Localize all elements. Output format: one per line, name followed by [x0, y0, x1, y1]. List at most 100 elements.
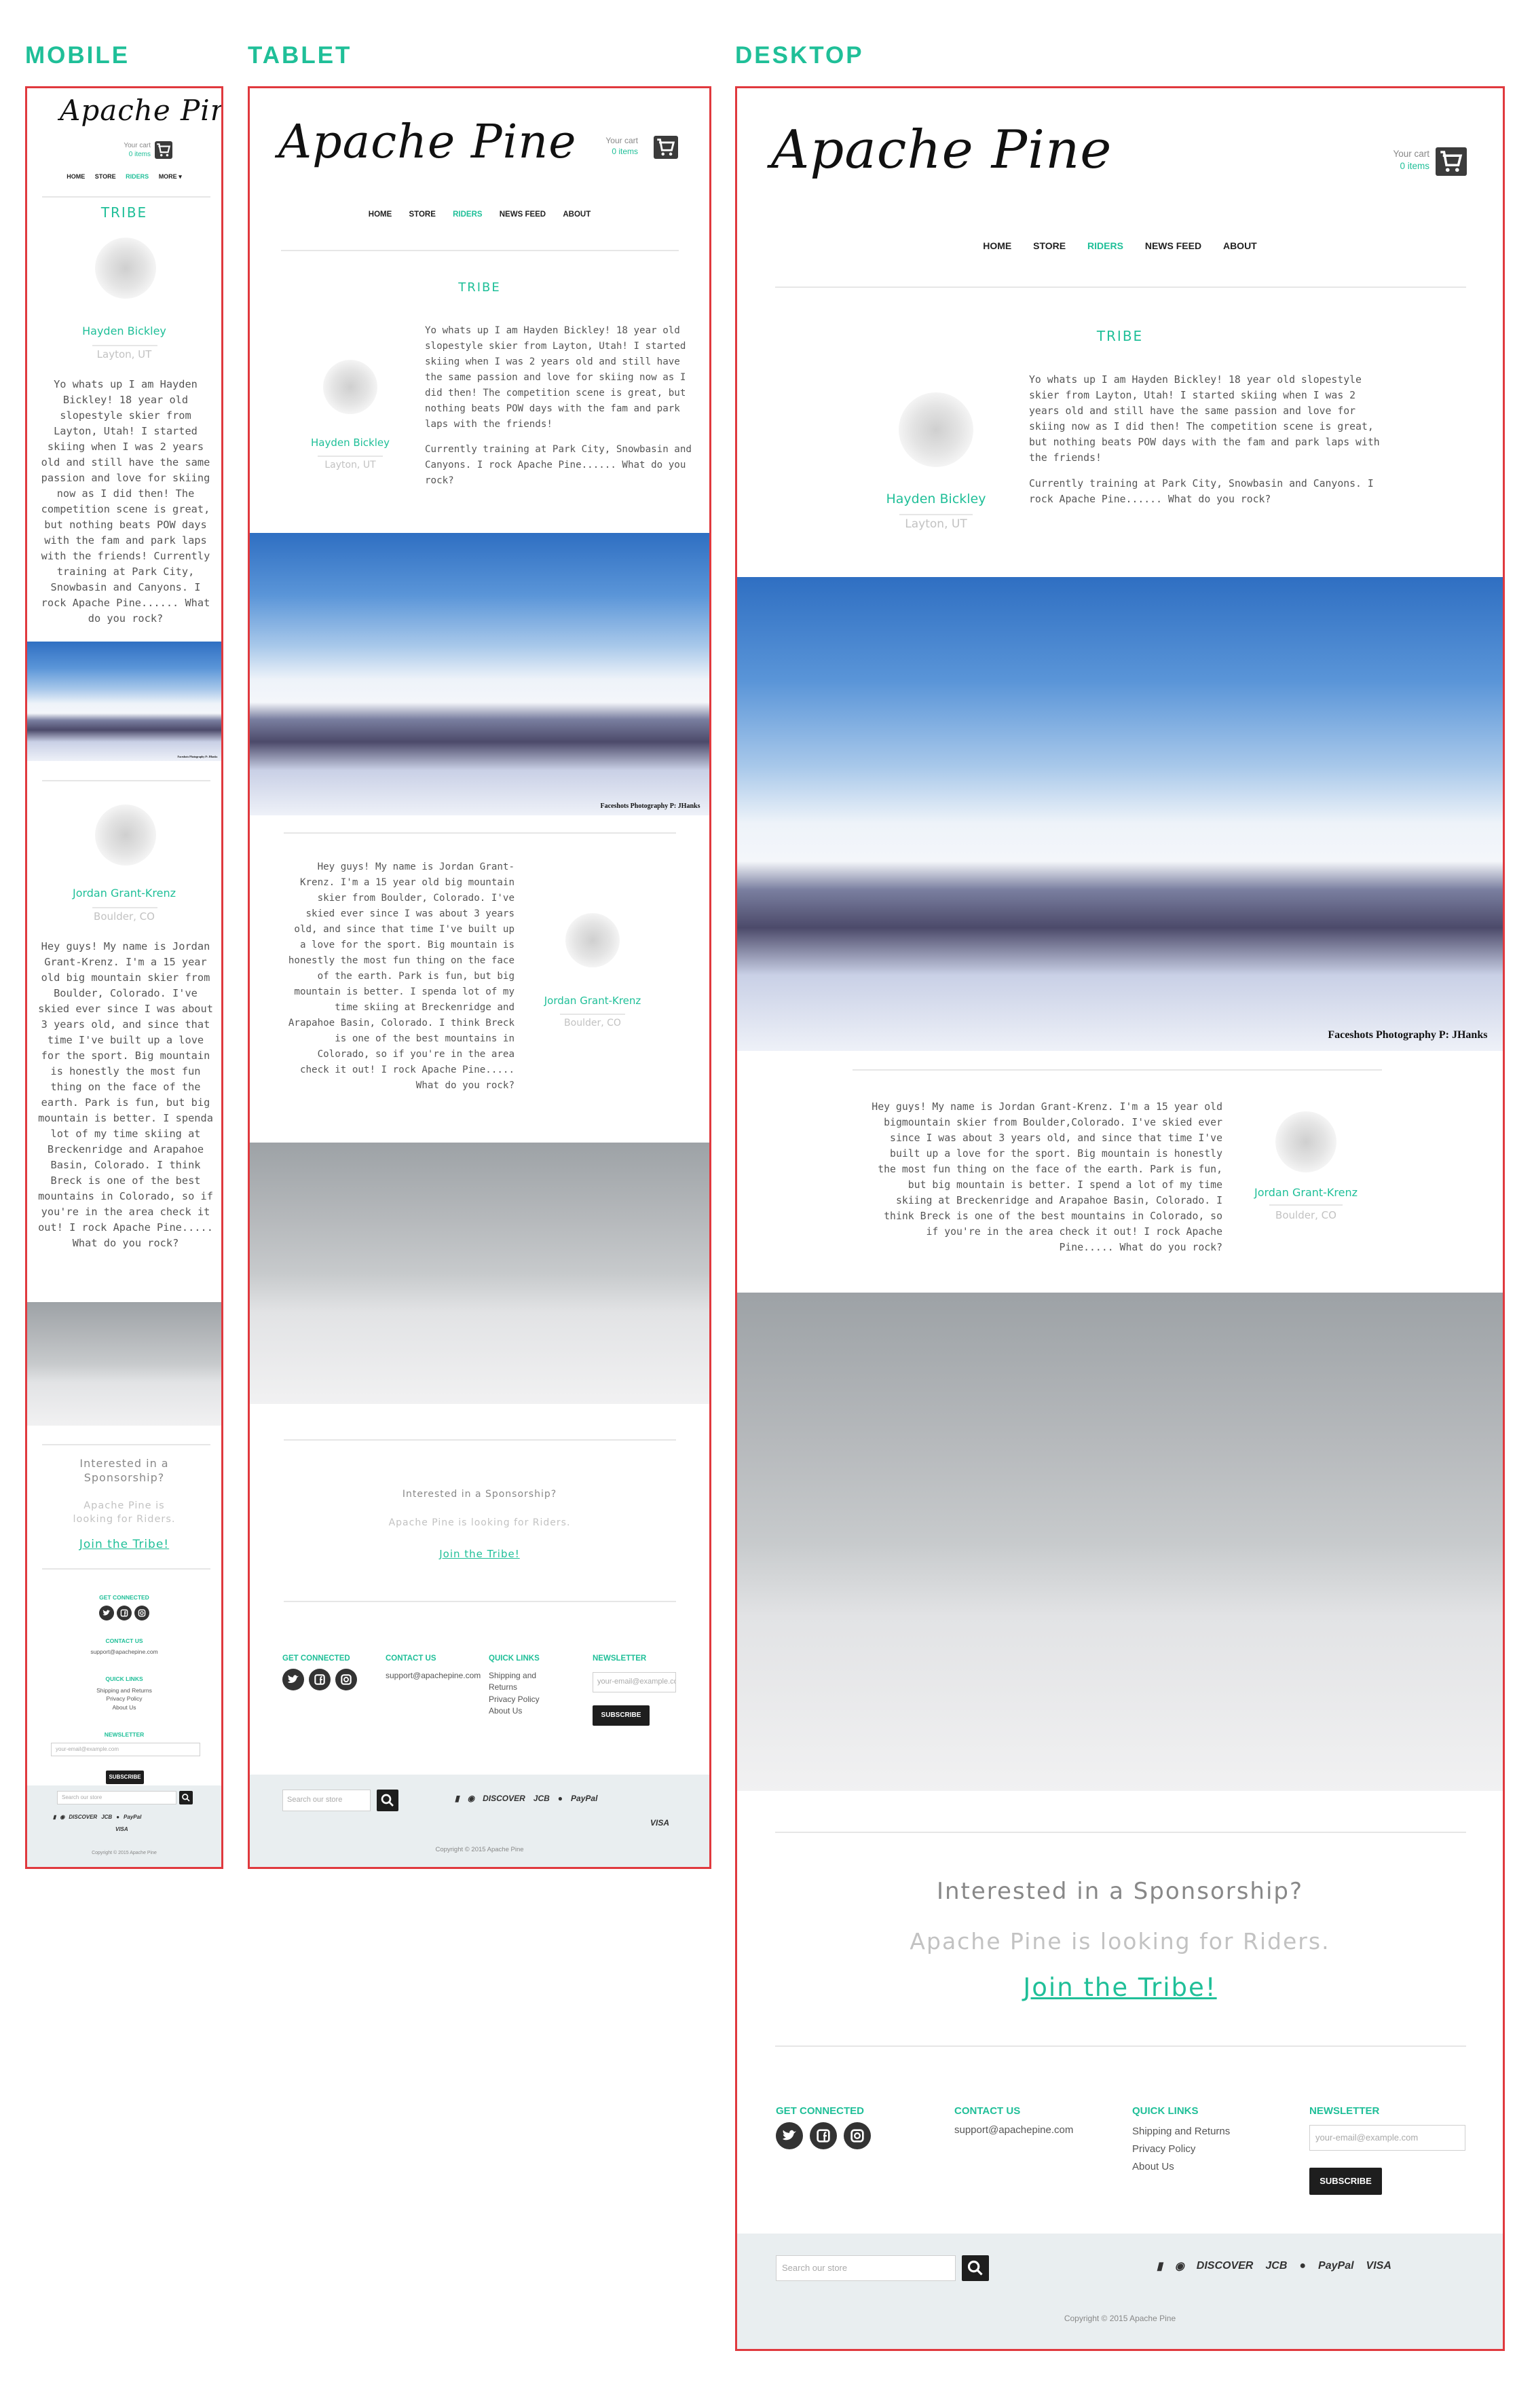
twitter-icon[interactable] [776, 2122, 803, 2149]
link-privacy[interactable]: Privacy Policy [27, 1694, 221, 1703]
footer-links: Shipping and Returns Privacy Policy Abou… [489, 1670, 559, 1718]
instagram-icon[interactable] [335, 1669, 357, 1690]
search-input[interactable]: Search our store [282, 1790, 371, 1811]
nav-store[interactable]: STORE [95, 173, 116, 180]
page-title: TRIBE [1096, 328, 1144, 344]
logo[interactable]: Apache Pine [771, 119, 1112, 181]
nav-more[interactable]: MORE ▾ [159, 173, 182, 181]
twitter-icon[interactable] [282, 1669, 304, 1690]
link-privacy[interactable]: Privacy Policy [489, 1694, 559, 1705]
cart-summary[interactable]: Your cart 0 items [81, 141, 151, 159]
social-icons [99, 1606, 149, 1620]
nav-home[interactable]: HOME [369, 210, 392, 219]
cart-label: Your cart [605, 136, 638, 145]
rider-bio: Yo whats up I am Hayden Bickley! 18 year… [1029, 374, 1380, 505]
nav-riders[interactable]: RIDERS [126, 173, 149, 180]
link-about[interactable]: About Us [489, 1705, 559, 1717]
nav-riders[interactable]: RIDERS [453, 210, 482, 219]
search-button[interactable] [179, 1791, 193, 1804]
discover-icon: DISCOVER [69, 1814, 98, 1820]
skier-air-photo: Faceshots Photography P: JHanks [250, 533, 709, 815]
rider-bio: Hey guys! My name is Jordan Grant-Krenz.… [38, 940, 213, 1249]
rider-name: Hayden Bickley [886, 492, 986, 506]
photo-credit: Faceshots Photography P: JHanks [1328, 1029, 1488, 1041]
cart-items[interactable]: 0 items [81, 150, 151, 159]
diners-icon: ◉ [1174, 2261, 1184, 2272]
link-privacy[interactable]: Privacy Policy [1132, 2141, 1230, 2158]
footer-heading-newsletter: NEWSLETTER [1309, 2105, 1380, 2117]
tablet-frame: Apache Pine Your cart 0 items HOME STORE… [248, 86, 711, 1869]
nav-news-feed[interactable]: NEWS FEED [1145, 240, 1201, 251]
nav-home[interactable]: HOME [983, 240, 1011, 251]
subscribe-button[interactable]: SUBSCRIBE [593, 1705, 650, 1726]
instagram-icon[interactable] [134, 1606, 149, 1620]
link-about[interactable]: About Us [27, 1703, 221, 1711]
powder-trees-photo [250, 1143, 709, 1404]
twitter-icon[interactable] [99, 1606, 114, 1620]
nav-about[interactable]: ABOUT [1223, 240, 1257, 251]
logo[interactable]: Apache Pine [60, 94, 221, 127]
rider-name: Hayden Bickley [82, 325, 166, 337]
sponsorship-question: Interested in a Sponsorship? [79, 1457, 169, 1484]
divider [42, 1444, 210, 1445]
cart-summary[interactable]: Your cart 0 items [1362, 148, 1429, 172]
search-input[interactable]: Search our store [776, 2255, 956, 2281]
search-button[interactable] [377, 1790, 398, 1811]
facebook-icon[interactable] [117, 1606, 132, 1620]
nav-about[interactable]: ABOUT [563, 210, 591, 219]
footer-email[interactable]: support@apachepine.com [27, 1648, 221, 1656]
paypal-icon: PayPal [124, 1814, 142, 1820]
subscribe-button[interactable]: SUBSCRIBE [1309, 2168, 1382, 2195]
cart-button[interactable] [1436, 147, 1467, 176]
nav-news-feed[interactable]: NEWS FEED [500, 210, 546, 219]
cart-button[interactable] [155, 141, 172, 159]
main-nav: HOME STORE RIDERS NEWS FEED ABOUT [250, 210, 709, 219]
discover-icon: DISCOVER [1196, 2260, 1254, 2272]
nav-store[interactable]: STORE [409, 210, 435, 219]
search-input[interactable]: Search our store [57, 1791, 176, 1804]
link-shipping[interactable]: Shipping and Returns [27, 1686, 221, 1694]
nav-home[interactable]: HOME [67, 173, 85, 180]
newsletter-email-input[interactable]: your-email@example.com [51, 1743, 200, 1756]
subscribe-button[interactable]: SUBSCRIBE [106, 1771, 144, 1784]
desktop-frame: Apache Pine Your cart 0 items HOME STORE… [735, 86, 1505, 2351]
link-shipping[interactable]: Shipping and Returns [489, 1670, 559, 1694]
search-button[interactable] [962, 2255, 989, 2281]
amex-icon: ▮ [1157, 2261, 1163, 2272]
facebook-icon[interactable] [810, 2122, 837, 2149]
page-title: TRIBE [100, 204, 148, 221]
cart-summary[interactable]: Your cart 0 items [576, 136, 638, 157]
cart-items[interactable]: 0 items [1362, 160, 1429, 172]
link-about[interactable]: About Us [1132, 2158, 1230, 2176]
mastercard-icon: ● [557, 1794, 563, 1803]
main-nav: HOME STORE RIDERS NEWS FEED ABOUT [737, 240, 1503, 251]
avatar [565, 913, 620, 967]
facebook-icon[interactable] [309, 1669, 331, 1690]
copyright: Copyright © 2015 Apache Pine [435, 1846, 524, 1853]
amex-icon: ▮ [53, 1814, 56, 1820]
cart-items[interactable]: 0 items [576, 147, 638, 158]
join-tribe-link[interactable]: Join the Tribe! [27, 1538, 221, 1551]
logo[interactable]: Apache Pine [278, 115, 576, 169]
footer-heading-newsletter: NEWSLETTER [593, 1654, 647, 1663]
payment-icons: ▮ ◉ DISCOVER JCB ● PayPal [455, 1794, 597, 1803]
join-tribe-link[interactable]: Join the Tribe! [737, 1973, 1503, 2002]
cart-icon [157, 143, 171, 157]
link-shipping[interactable]: Shipping and Returns [1132, 2123, 1230, 2141]
newsletter-email-input[interactable]: your-email@example.com [1309, 2125, 1465, 2151]
rider-location: Layton, UT [324, 460, 376, 470]
nav-riders[interactable]: RIDERS [1087, 240, 1123, 251]
cart-button[interactable] [654, 136, 678, 159]
footer-bottom-bar: Search our store ▮ ◉ DISCOVER JCB ● PayP… [250, 1775, 709, 1867]
instagram-icon[interactable] [844, 2122, 871, 2149]
footer-heading-newsletter: NEWSLETTER [104, 1731, 145, 1738]
payment-icons-row2: VISA [650, 1818, 669, 1828]
nav-store[interactable]: STORE [1033, 240, 1066, 251]
footer-email[interactable]: support@apachepine.com [954, 2123, 1073, 2138]
rider-name: Jordan Grant-Krenz [72, 887, 176, 900]
footer-email[interactable]: support@apachepine.com [386, 1670, 486, 1682]
join-tribe-link[interactable]: Join the Tribe! [250, 1548, 709, 1560]
footer-heading-contact: CONTACT US [386, 1654, 436, 1663]
sponsorship-subtext: Apache Pine is looking for Riders. [388, 1517, 571, 1528]
newsletter-email-input[interactable]: your-email@example.com [593, 1672, 676, 1692]
